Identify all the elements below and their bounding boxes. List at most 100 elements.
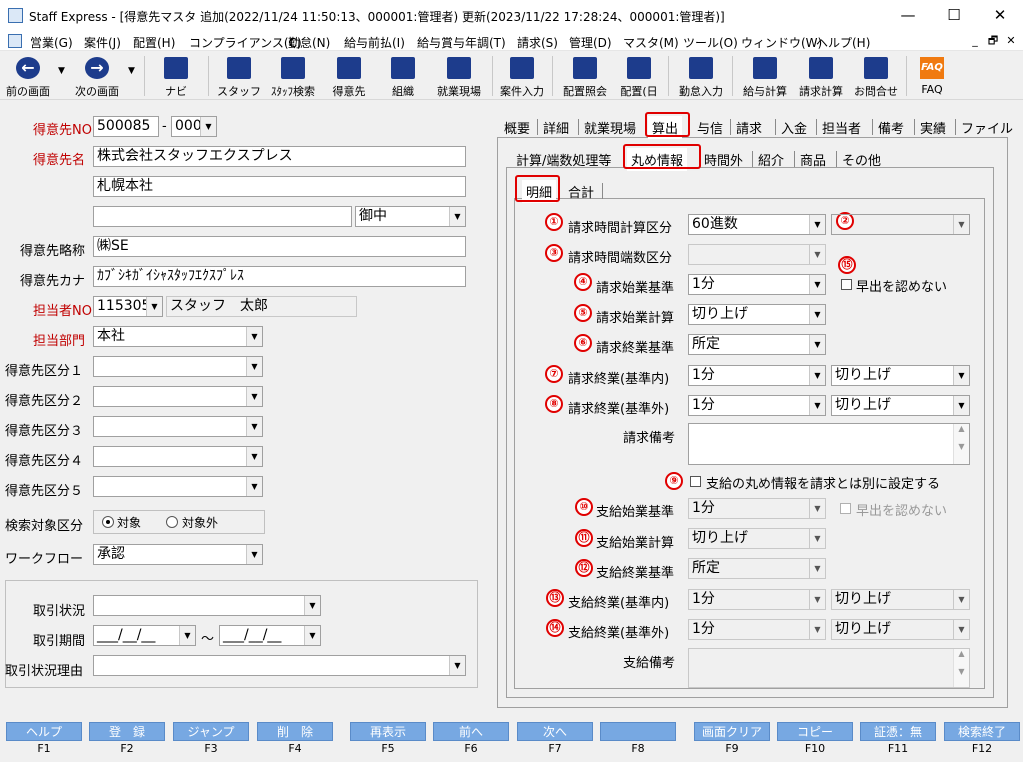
- attendance-input-button[interactable]: 勤怠入力: [674, 54, 728, 98]
- f9-clear-screen-button[interactable]: 画面クリア: [694, 722, 770, 741]
- billing-time-sub-select[interactable]: ▼: [831, 214, 970, 235]
- billing-end-basis-select[interactable]: 所定 ▼: [688, 334, 826, 355]
- menu-window[interactable]: ウィンドウ(W): [741, 34, 822, 51]
- customer-name2-input[interactable]: 札幌本社: [93, 176, 466, 197]
- scrollbar[interactable]: ▲ ▼: [953, 424, 969, 464]
- assign-day-button[interactable]: 配置(日: [616, 54, 662, 98]
- customer-no-input[interactable]: 500085: [93, 116, 159, 137]
- f11-evidence-button[interactable]: 証憑：無: [860, 722, 936, 741]
- minimize-button[interactable]: —: [885, 0, 931, 31]
- tab-payment[interactable]: 入金: [777, 116, 811, 139]
- billing-no-early-checkbox[interactable]: [841, 279, 852, 290]
- tab-credit[interactable]: 与信: [693, 116, 727, 139]
- trade-period-from-select[interactable]: ___/__/__ ▼: [93, 625, 196, 646]
- faq-button[interactable]: FAQ FAQ: [910, 54, 954, 98]
- billing-start-calc-select[interactable]: 切り上げ ▼: [688, 304, 826, 325]
- f5-refresh-button[interactable]: 再表示: [350, 722, 426, 741]
- department-select[interactable]: 本社 ▼: [93, 326, 263, 347]
- contact-button[interactable]: お問合せ: [850, 54, 902, 98]
- case-input-button[interactable]: 案件入力: [496, 54, 548, 98]
- tab-files[interactable]: ファイル: [957, 116, 1017, 139]
- billing-end-within-select[interactable]: 1分 ▼: [688, 365, 826, 386]
- tab-others[interactable]: その他: [838, 148, 885, 171]
- pay-end-within-select[interactable]: 1分 ▼: [688, 589, 826, 610]
- f3-jump-button[interactable]: ジャンプ: [173, 722, 249, 741]
- menu-tools[interactable]: ツール(O): [683, 34, 738, 51]
- f12-end-search-button[interactable]: 検索終了: [944, 722, 1020, 741]
- customer-name3-input[interactable]: [93, 206, 352, 227]
- billing-button[interactable]: 請求計算: [794, 54, 848, 98]
- menu-compliance[interactable]: コンプライアンス(C): [189, 34, 302, 51]
- pay-start-basis-select[interactable]: 1分 ▼: [688, 498, 826, 519]
- search-target-off-radio[interactable]: [166, 516, 178, 528]
- tab-billing[interactable]: 請求: [732, 116, 766, 139]
- tab-overtime[interactable]: 時間外: [700, 148, 747, 171]
- f10-copy-button[interactable]: コピー: [777, 722, 853, 741]
- next-screen-button[interactable]: → 次の画面: [70, 54, 124, 98]
- pay-end-outside-select[interactable]: 1分 ▼: [688, 619, 826, 640]
- separate-pay-rounding-checkbox[interactable]: [690, 476, 701, 487]
- menu-payroll[interactable]: 給与賞与年調(T): [417, 34, 506, 51]
- f4-delete-button[interactable]: 削 除: [257, 722, 333, 741]
- staff-search-button[interactable]: ｽﾀｯﾌ検索: [264, 54, 322, 98]
- kubun2-select[interactable]: ▼: [93, 386, 263, 407]
- tab-detail[interactable]: 詳細: [539, 116, 573, 139]
- menu-help[interactable]: ヘルプ(H): [816, 34, 870, 51]
- prev-dropdown-icon[interactable]: ▼: [58, 66, 65, 76]
- tab-totals[interactable]: 合計: [564, 180, 598, 203]
- f8-button[interactable]: [600, 722, 676, 741]
- tab-calc-rounding[interactable]: 計算/端数処理等: [512, 148, 615, 171]
- next-dropdown-icon[interactable]: ▼: [128, 66, 135, 76]
- menu-billing[interactable]: 請求(S): [517, 34, 558, 51]
- kubun4-select[interactable]: ▼: [93, 446, 263, 467]
- billing-end-within-round-select[interactable]: 切り上げ ▼: [831, 365, 970, 386]
- menu-advance-pay[interactable]: 給与前払(I): [344, 34, 405, 51]
- f2-register-button[interactable]: 登 録: [89, 722, 165, 741]
- tab-results[interactable]: 実績: [916, 116, 950, 139]
- menu-master[interactable]: マスタ(M): [623, 34, 679, 51]
- organization-button[interactable]: 組織: [380, 54, 426, 98]
- workflow-select[interactable]: 承認 ▼: [93, 544, 263, 565]
- customer-abbr-input[interactable]: ㈱SE: [93, 236, 466, 257]
- trade-reason-select[interactable]: ▼: [93, 655, 466, 676]
- menu-admin[interactable]: 管理(D): [569, 34, 612, 51]
- mdi-restore-button[interactable]: 🗗: [985, 33, 1001, 48]
- kubun1-select[interactable]: ▼: [93, 356, 263, 377]
- assign-inquiry-button[interactable]: 配置照会: [558, 54, 612, 98]
- scrollbar[interactable]: ▲ ▼: [953, 649, 969, 687]
- navi-button[interactable]: ナビ: [152, 54, 200, 98]
- menu-sales[interactable]: 営業(G): [30, 34, 73, 51]
- mdi-close-button[interactable]: ✕: [1003, 33, 1019, 48]
- tab-overview[interactable]: 概要: [500, 116, 534, 139]
- f1-help-button[interactable]: ヘルプ: [6, 722, 82, 741]
- pay-end-basis-select[interactable]: 所定 ▼: [688, 558, 826, 579]
- f6-previous-button[interactable]: 前へ: [433, 722, 509, 741]
- pay-end-within-round-select[interactable]: 切り上げ ▼: [831, 589, 970, 610]
- tab-referral[interactable]: 紹介: [754, 148, 788, 171]
- staff-button[interactable]: スタッフ: [216, 54, 262, 98]
- menu-case[interactable]: 案件(J): [84, 34, 121, 51]
- search-target-on-radio[interactable]: [102, 516, 114, 528]
- tab-person-in-charge[interactable]: 担当者: [818, 116, 865, 139]
- tab-products[interactable]: 商品: [796, 148, 830, 171]
- billing-start-basis-select[interactable]: 1分 ▼: [688, 274, 826, 295]
- maximize-button[interactable]: ☐: [931, 0, 977, 31]
- payroll-button[interactable]: 給与計算: [738, 54, 792, 98]
- billing-time-calc-select[interactable]: 60進数 ▼: [688, 214, 826, 235]
- f7-next-button[interactable]: 次へ: [517, 722, 593, 741]
- billing-time-fraction-select[interactable]: ▼: [688, 244, 826, 265]
- billing-remarks-textarea[interactable]: ▲ ▼: [688, 423, 970, 465]
- tab-work-site[interactable]: 就業現場: [580, 116, 640, 139]
- kubun5-select[interactable]: ▼: [93, 476, 263, 497]
- prev-screen-button[interactable]: ← 前の画面: [2, 54, 54, 98]
- tab-notes[interactable]: 備考: [874, 116, 908, 139]
- pay-start-calc-select[interactable]: 切り上げ ▼: [688, 528, 826, 549]
- staff-no-select[interactable]: 115305 ▼: [93, 296, 163, 317]
- pay-end-outside-round-select[interactable]: 切り上げ ▼: [831, 619, 970, 640]
- pay-no-early-checkbox[interactable]: [840, 503, 851, 514]
- trade-period-to-select[interactable]: ___/__/__ ▼: [219, 625, 321, 646]
- pay-remarks-textarea[interactable]: ▲ ▼: [688, 648, 970, 688]
- mdi-minimize-button[interactable]: _: [967, 33, 983, 48]
- customer-name1-input[interactable]: 株式会社スタッフエクスプレス: [93, 146, 466, 167]
- billing-end-outside-select[interactable]: 1分 ▼: [688, 395, 826, 416]
